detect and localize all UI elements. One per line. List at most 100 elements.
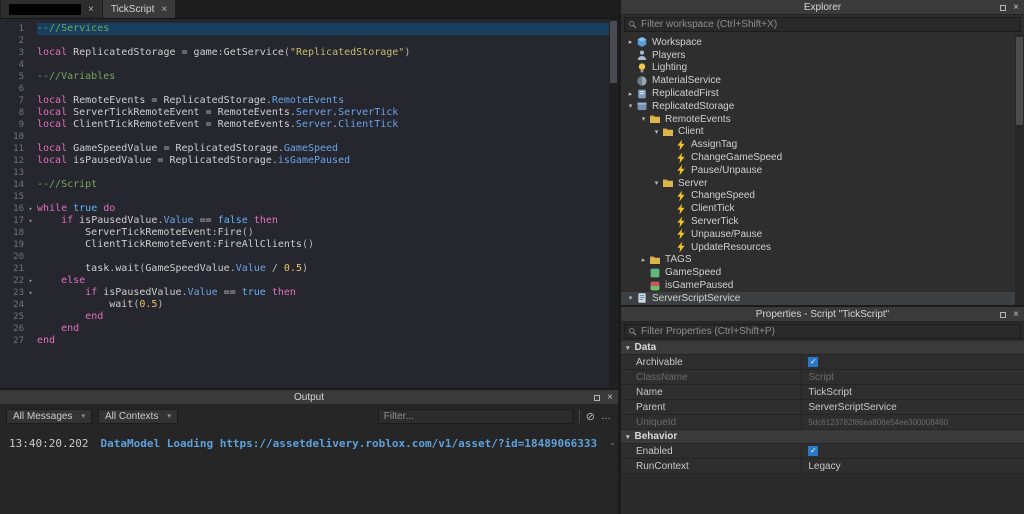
code-line-19[interactable]: 19 ClientTickRemoteEvent:FireAllClients(… [0, 239, 609, 251]
explorer-item-remoteevents[interactable]: ▾RemoteEvents [621, 113, 1024, 126]
tab-close-icon[interactable]: × [161, 4, 167, 15]
code-line-1[interactable]: 1--//Services [0, 23, 609, 35]
code-line-7[interactable]: 7local RemoteEvents = ReplicatedStorage.… [0, 95, 609, 107]
expander-expanded-icon[interactable]: ▾ [651, 128, 662, 136]
tab-close-icon[interactable]: × [88, 4, 94, 15]
token-kw: local [37, 95, 67, 106]
float-panel-icon[interactable] [1000, 5, 1006, 11]
expander-collapsed-icon[interactable]: ▸ [625, 90, 636, 98]
explorer-item-updateresources[interactable]: UpdateResources [621, 241, 1024, 254]
close-icon[interactable]: × [1013, 3, 1019, 13]
clear-output-icon[interactable]: ⊘ [586, 410, 595, 423]
explorer-scrollbar[interactable] [1015, 34, 1024, 305]
explorer-item-changespeed[interactable]: ChangeSpeed [621, 190, 1024, 203]
code-line-22[interactable]: 22▾ else [0, 275, 609, 287]
editor-scrollbar-thumb[interactable] [610, 21, 617, 83]
explorer-item-materialservice[interactable]: MaterialService [621, 74, 1024, 87]
code-line-24[interactable]: 24 wait(0.5) [0, 299, 609, 311]
editor-area: ×TickScript× 1--//Services23local Replic… [0, 0, 618, 514]
code-line-20[interactable]: 20 [0, 251, 609, 263]
code-line-3[interactable]: 3local ReplicatedStorage = game:GetServi… [0, 47, 609, 59]
code-line-12[interactable]: 12local isPausedValue = ReplicatedStorag… [0, 155, 609, 167]
code-line-18[interactable]: 18 ServerTickRemoteEvent:Fire() [0, 227, 609, 239]
code-line-23[interactable]: 23▾ if isPausedValue.Value == true then [0, 287, 609, 299]
explorer-item-assigntag[interactable]: AssignTag [621, 138, 1024, 151]
explorer-item-pause-unpause[interactable]: Pause/Unpause [621, 164, 1024, 177]
code-line-2[interactable]: 2 [0, 35, 609, 47]
code-line-15[interactable]: 15 [0, 191, 609, 203]
log-line[interactable]: 13:40:20.202 DataModel Loading https://a… [9, 437, 609, 450]
property-value[interactable]: ✓ [802, 444, 1024, 458]
code-line-9[interactable]: 9local ClientTickRemoteEvent = RemoteEve… [0, 119, 609, 131]
code-line-6[interactable]: 6 [0, 83, 609, 95]
token-kw: if [85, 287, 97, 298]
overflow-menu-icon[interactable]: … [601, 411, 612, 422]
explorer-item-isgamepaused[interactable]: isGamePaused [621, 279, 1024, 292]
expander-expanded-icon[interactable]: ▾ [625, 102, 636, 110]
enabled-checkbox[interactable]: ✓ [808, 446, 818, 456]
section-header-behavior[interactable]: ▾Behavior [621, 430, 1024, 444]
section-header-data[interactable]: ▾Data [621, 341, 1024, 355]
code-line-5[interactable]: 5--//Variables [0, 71, 609, 83]
explorer-item-gamespeed[interactable]: GameSpeed [621, 266, 1024, 279]
explorer-item-server[interactable]: ▾Server [621, 177, 1024, 190]
code-line-4[interactable]: 4 [0, 59, 609, 71]
line-number: 7 [0, 95, 24, 107]
code-line-21[interactable]: 21 task.wait(GameSpeedValue.Value / 0.5) [0, 263, 609, 275]
all-contexts-dropdown[interactable]: All Contexts ▾ [98, 409, 178, 424]
explorer-item-replicatedfirst[interactable]: ▸ReplicatedFirst [621, 87, 1024, 100]
script-editor[interactable]: 1--//Services23local ReplicatedStorage =… [0, 18, 618, 388]
code-line-11[interactable]: 11local GameSpeedValue = ReplicatedStora… [0, 143, 609, 155]
close-icon[interactable]: × [1013, 310, 1019, 320]
float-panel-icon[interactable] [594, 395, 600, 401]
editor-tab-tickscript[interactable]: TickScript× [103, 0, 175, 18]
fold-arrow-icon[interactable]: ▾ [24, 287, 37, 299]
fold-arrow-icon[interactable]: ▾ [24, 203, 37, 215]
expander-expanded-icon[interactable]: ▾ [625, 294, 636, 302]
editor-scrollbar[interactable] [609, 19, 618, 388]
explorer-filter-input[interactable] [624, 17, 1021, 32]
code-line-27[interactable]: 27end [0, 335, 609, 347]
properties-filter-input[interactable] [624, 324, 1021, 339]
property-value[interactable]: Legacy [802, 459, 1024, 473]
archivable-checkbox[interactable]: ✓ [808, 357, 818, 367]
expander-collapsed-icon[interactable]: ▸ [625, 38, 636, 46]
expander-expanded-icon[interactable]: ▾ [626, 433, 630, 441]
close-icon[interactable]: × [607, 393, 613, 403]
property-value[interactable]: TickScript [802, 385, 1024, 399]
code-line-17[interactable]: 17▾ if isPausedValue.Value == false then [0, 215, 609, 227]
explorer-item-tags[interactable]: ▸TAGS [621, 254, 1024, 267]
fold-arrow-icon[interactable]: ▾ [24, 275, 37, 287]
code-line-13[interactable]: 13 [0, 167, 609, 179]
code-line-16[interactable]: 16▾while true do [0, 203, 609, 215]
all-messages-dropdown[interactable]: All Messages ▾ [6, 409, 92, 424]
float-panel-icon[interactable] [1000, 312, 1006, 318]
explorer-item-changegamespeed[interactable]: ChangeGameSpeed [621, 151, 1024, 164]
code-line-8[interactable]: 8local ServerTickRemoteEvent = RemoteEve… [0, 107, 609, 119]
code-line-10[interactable]: 10 [0, 131, 609, 143]
code-line-26[interactable]: 26 end [0, 323, 609, 335]
expander-expanded-icon[interactable]: ▾ [651, 179, 662, 187]
explorer-item-serverscriptservice[interactable]: ▾ServerScriptService [621, 292, 1024, 305]
expander-expanded-icon[interactable]: ▾ [626, 344, 630, 352]
explorer-scrollbar-thumb[interactable] [1016, 37, 1023, 125]
fold-arrow-icon[interactable]: ▾ [24, 215, 37, 227]
token-kw: then [272, 287, 296, 298]
token-op: () [242, 227, 254, 238]
editor-tab-censored[interactable]: × [1, 0, 102, 18]
expander-collapsed-icon[interactable]: ▸ [638, 256, 649, 264]
explorer-item-clienttick[interactable]: ClientTick [621, 202, 1024, 215]
explorer-item-unpause-pause[interactable]: Unpause/Pause [621, 228, 1024, 241]
explorer-item-servertick[interactable]: ServerTick [621, 215, 1024, 228]
explorer-item-workspace[interactable]: ▸Workspace [621, 36, 1024, 49]
code-line-25[interactable]: 25 end [0, 311, 609, 323]
output-filter-input[interactable] [378, 409, 573, 424]
code-line-14[interactable]: 14--//Script [0, 179, 609, 191]
explorer-item-replicatedstorage[interactable]: ▾ReplicatedStorage [621, 100, 1024, 113]
property-value[interactable]: ✓ [802, 355, 1024, 369]
property-value[interactable]: ServerScriptService [802, 400, 1024, 414]
explorer-item-lighting[interactable]: Lighting [621, 62, 1024, 75]
explorer-item-players[interactable]: Players [621, 49, 1024, 62]
expander-expanded-icon[interactable]: ▾ [638, 115, 649, 123]
explorer-item-client[interactable]: ▾Client [621, 126, 1024, 139]
